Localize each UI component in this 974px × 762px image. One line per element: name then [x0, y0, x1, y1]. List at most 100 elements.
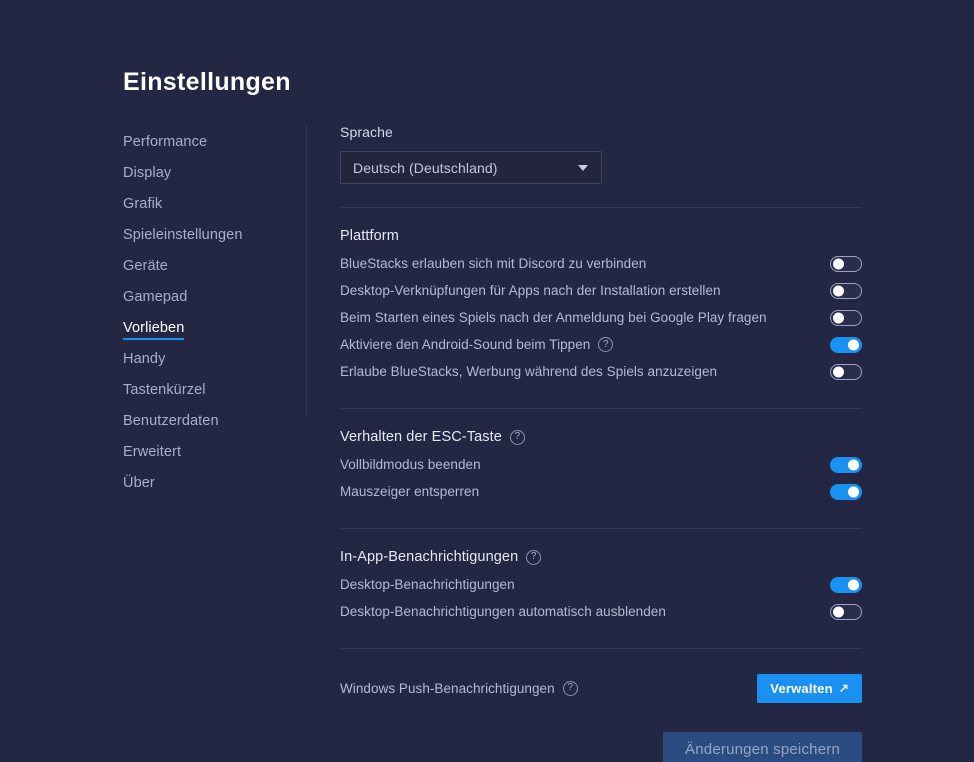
toggle-knob: [848, 459, 859, 470]
setting-label-wrap: Mauszeiger entsperren: [340, 484, 479, 499]
sidebar-item-performance[interactable]: Performance: [123, 128, 293, 159]
sidebar-item-label: Über: [123, 475, 155, 491]
setting-label-wrap: Desktop-Verknüpfungen für Apps nach der …: [340, 283, 721, 298]
sidebar-item-label: Spieleinstellungen: [123, 227, 243, 243]
setting-row: Desktop-Verknüpfungen für Apps nach der …: [340, 277, 862, 304]
sidebar-item-erweitert[interactable]: Erweitert: [123, 438, 293, 469]
chevron-down-icon: [578, 164, 588, 171]
toggle-knob: [833, 312, 844, 323]
windows-push-row: Windows Push-Benachrichtigungen ? Verwal…: [340, 673, 862, 703]
sidebar-item-gamepad[interactable]: Gamepad: [123, 283, 293, 314]
section-divider: [340, 408, 862, 409]
sidebar-item-vorlieben[interactable]: Vorlieben: [123, 314, 293, 345]
toggle-switch[interactable]: [830, 576, 862, 593]
help-icon[interactable]: ?: [598, 337, 614, 352]
setting-row: Desktop-Benachrichtigungen: [340, 571, 862, 598]
sidebar-item-label: Performance: [123, 134, 208, 150]
setting-label: Beim Starten eines Spiels nach der Anmel…: [340, 310, 767, 325]
setting-label-wrap: Desktop-Benachrichtigungen automatisch a…: [340, 604, 666, 619]
setting-label-wrap: Aktiviere den Android-Sound beim Tippen?: [340, 337, 614, 352]
toggle-knob: [833, 258, 844, 269]
language-selected-value: Deutsch (Deutschland): [353, 159, 498, 176]
setting-label: Erlaube BlueStacks, Werbung während des …: [340, 364, 718, 379]
sidebar-content-divider: [306, 124, 307, 416]
setting-row: Beim Starten eines Spiels nach der Anmel…: [340, 304, 862, 331]
sidebar-item-label: Geräte: [123, 258, 168, 274]
sidebar-item-grafik[interactable]: Grafik: [123, 190, 293, 221]
platform-rows: BlueStacks erlauben sich mit Discord zu …: [340, 250, 862, 385]
sidebar-item-label: Grafik: [123, 196, 163, 212]
setting-row: Erlaube BlueStacks, Werbung während des …: [340, 358, 862, 385]
toggle-knob: [833, 606, 844, 617]
windows-push-label-wrap: Windows Push-Benachrichtigungen ?: [340, 680, 578, 696]
sidebar-item-label: Handy: [123, 351, 166, 367]
setting-label: Mauszeiger entsperren: [340, 484, 480, 499]
help-icon[interactable]: ?: [509, 429, 525, 445]
sidebar-item-label: Display: [123, 165, 172, 181]
section-divider: [340, 207, 862, 208]
setting-label: Desktop-Benachrichtigungen: [340, 577, 515, 592]
save-changes-button[interactable]: Änderungen speichern: [663, 732, 862, 762]
help-icon[interactable]: ?: [562, 680, 578, 696]
sidebar-item-label: Vorlieben: [123, 320, 185, 340]
sidebar-item-spieleinstellungen[interactable]: Spieleinstellungen: [123, 221, 293, 252]
manage-button[interactable]: Verwalten ↗: [757, 673, 862, 703]
section-divider: [340, 528, 862, 529]
setting-label: Vollbildmodus beenden: [340, 457, 481, 472]
sidebar-item-display[interactable]: Display: [123, 159, 293, 190]
toggle-knob: [848, 486, 859, 497]
toggle-switch[interactable]: [830, 309, 862, 326]
toggle-knob: [833, 366, 844, 377]
esc-heading-label: Verhalten der ESC-Taste: [340, 429, 502, 445]
sidebar-item-benutzerdaten[interactable]: Benutzerdaten: [123, 407, 293, 438]
sidebar-item-label: Erweitert: [123, 444, 182, 460]
setting-label-wrap: Desktop-Benachrichtigungen: [340, 577, 515, 592]
platform-heading: Plattform: [340, 228, 862, 244]
toggle-switch[interactable]: [830, 483, 862, 500]
toggle-switch[interactable]: [830, 363, 862, 380]
language-select[interactable]: Deutsch (Deutschland): [340, 151, 602, 184]
page-title: Einstellungen: [123, 68, 291, 96]
setting-label-wrap: BlueStacks erlauben sich mit Discord zu …: [340, 256, 646, 271]
toggle-switch[interactable]: [830, 282, 862, 299]
inapp-heading: In-App-Benachrichtigungen ?: [340, 549, 862, 565]
sidebar-item-tastenk-rzel[interactable]: Tastenkürzel: [123, 376, 293, 407]
toggle-switch[interactable]: [830, 255, 862, 272]
setting-label-wrap: Erlaube BlueStacks, Werbung während des …: [340, 364, 717, 379]
toggle-switch[interactable]: [830, 603, 862, 620]
esc-heading: Verhalten der ESC-Taste ?: [340, 429, 862, 445]
sidebar-item-handy[interactable]: Handy: [123, 345, 293, 376]
toggle-knob: [848, 339, 859, 350]
toggle-knob: [833, 285, 844, 296]
manage-button-label: Verwalten: [770, 680, 833, 696]
sidebar-item-label: Benutzerdaten: [123, 413, 219, 429]
sidebar-item-label: Tastenkürzel: [123, 382, 206, 398]
setting-label: Desktop-Benachrichtigungen automatisch a…: [340, 604, 666, 619]
sidebar-item-label: Gamepad: [123, 289, 188, 305]
settings-content: Sprache Deutsch (Deutschland) Plattform …: [340, 124, 862, 762]
inapp-heading-label: In-App-Benachrichtigungen: [340, 549, 519, 565]
esc-rows: Vollbildmodus beenden Mauszeiger entsperr…: [340, 451, 862, 505]
toggle-switch[interactable]: [830, 456, 862, 473]
setting-label: BlueStacks erlauben sich mit Discord zu …: [340, 256, 647, 271]
setting-label: Aktiviere den Android-Sound beim Tippen: [340, 337, 591, 352]
windows-push-label: Windows Push-Benachrichtigungen: [340, 680, 555, 696]
setting-label-wrap: Vollbildmodus beenden: [340, 457, 481, 472]
setting-label: Desktop-Verknüpfungen für Apps nach der …: [340, 283, 721, 298]
setting-row: Desktop-Benachrichtigungen automatisch a…: [340, 598, 862, 625]
language-label: Sprache: [340, 124, 393, 140]
sidebar-item--ber[interactable]: Über: [123, 469, 293, 500]
setting-label-wrap: Beim Starten eines Spiels nach der Anmel…: [340, 310, 767, 325]
setting-row: Vollbildmodus beenden: [340, 451, 862, 478]
section-divider: [340, 648, 862, 649]
toggle-switch[interactable]: [830, 336, 862, 353]
save-row: Änderungen speichern: [340, 732, 862, 762]
toggle-knob: [848, 579, 859, 590]
setting-row: BlueStacks erlauben sich mit Discord zu …: [340, 250, 862, 277]
inapp-rows: Desktop-Benachrichtigungen Desktop-Benach…: [340, 571, 862, 625]
settings-sidebar: Performance Display Grafik Spieleinstellung…: [123, 128, 293, 500]
help-icon[interactable]: ?: [526, 549, 542, 565]
sidebar-item-ger-te[interactable]: Geräte: [123, 252, 293, 283]
setting-row: Mauszeiger entsperren: [340, 478, 862, 505]
setting-row: Aktiviere den Android-Sound beim Tippen?: [340, 331, 862, 358]
